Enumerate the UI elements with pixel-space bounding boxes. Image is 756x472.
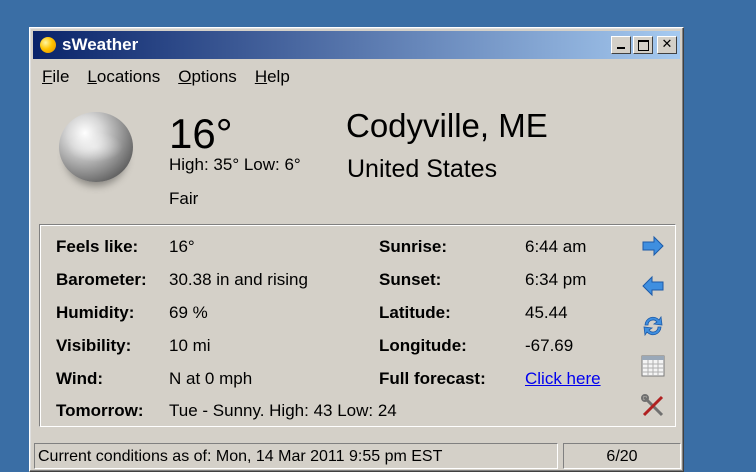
barometer-value: 30.38 in and rising — [169, 270, 308, 289]
feels-like-label: Feels like: — [56, 237, 139, 256]
longitude-value: -67.69 — [525, 336, 574, 355]
menu-options[interactable]: Options — [178, 67, 237, 87]
menu-locations[interactable]: Locations — [87, 67, 160, 87]
tomorrow-label: Tomorrow: — [56, 401, 144, 420]
status-conditions: Current conditions as of: Mon, 14 Mar 20… — [34, 443, 558, 469]
current-temperature: 16° — [169, 110, 233, 157]
full-forecast-link[interactable]: Click here — [525, 369, 601, 389]
window-title: sWeather — [62, 35, 139, 54]
longitude-label: Longitude: — [379, 336, 467, 355]
sun-icon — [40, 37, 56, 53]
wind-value: N at 0 mph — [169, 369, 253, 388]
maximize-button[interactable] — [633, 36, 653, 54]
city-name: Codyville, ME — [346, 107, 548, 144]
sunrise-value: 6:44 am — [525, 237, 587, 256]
country-name: United States — [347, 155, 498, 183]
menu-file[interactable]: File — [42, 67, 69, 87]
wind-label: Wind: — [56, 369, 104, 388]
humidity-label: Humidity: — [56, 303, 135, 322]
refresh-icon[interactable] — [640, 313, 666, 339]
latitude-label: Latitude: — [379, 303, 451, 322]
feels-like-value: 16° — [169, 237, 195, 256]
sunset-value: 6:34 pm — [525, 270, 587, 289]
calendar-icon[interactable] — [640, 353, 666, 379]
latitude-value: 45.44 — [525, 303, 568, 322]
sunset-label: Sunset: — [379, 270, 442, 289]
visibility-label: Visibility: — [56, 336, 132, 355]
weather-condition-icon — [59, 112, 133, 182]
humidity-value: 69 % — [169, 303, 208, 322]
close-button[interactable]: ✕ — [657, 36, 677, 54]
condition-text: Fair — [169, 189, 199, 208]
minimize-button[interactable] — [611, 36, 631, 54]
window-controls: ✕ — [611, 36, 677, 54]
high-low: High: 35° Low: 6° — [169, 155, 301, 174]
details-panel: Feels like: 16° Barometer: 30.38 in and … — [39, 224, 676, 427]
arrow-left-icon[interactable] — [640, 273, 666, 299]
visibility-value: 10 mi — [169, 336, 211, 355]
status-page-count: 6/20 — [563, 443, 681, 469]
menu-help[interactable]: Help — [255, 67, 290, 87]
barometer-label: Barometer: — [56, 270, 147, 289]
menu-bar: File Locations Options Help — [42, 67, 308, 87]
tools-icon[interactable] — [640, 393, 666, 419]
full-forecast-label: Full forecast: — [379, 369, 486, 388]
tomorrow-value: Tue - Sunny. High: 43 Low: 24 — [169, 401, 397, 420]
app-window: sWeather ✕ File Locations Options Help 1… — [29, 27, 684, 472]
arrow-right-icon[interactable] — [640, 233, 666, 259]
sunrise-label: Sunrise: — [379, 237, 448, 256]
title-bar[interactable]: sWeather ✕ — [33, 31, 680, 59]
